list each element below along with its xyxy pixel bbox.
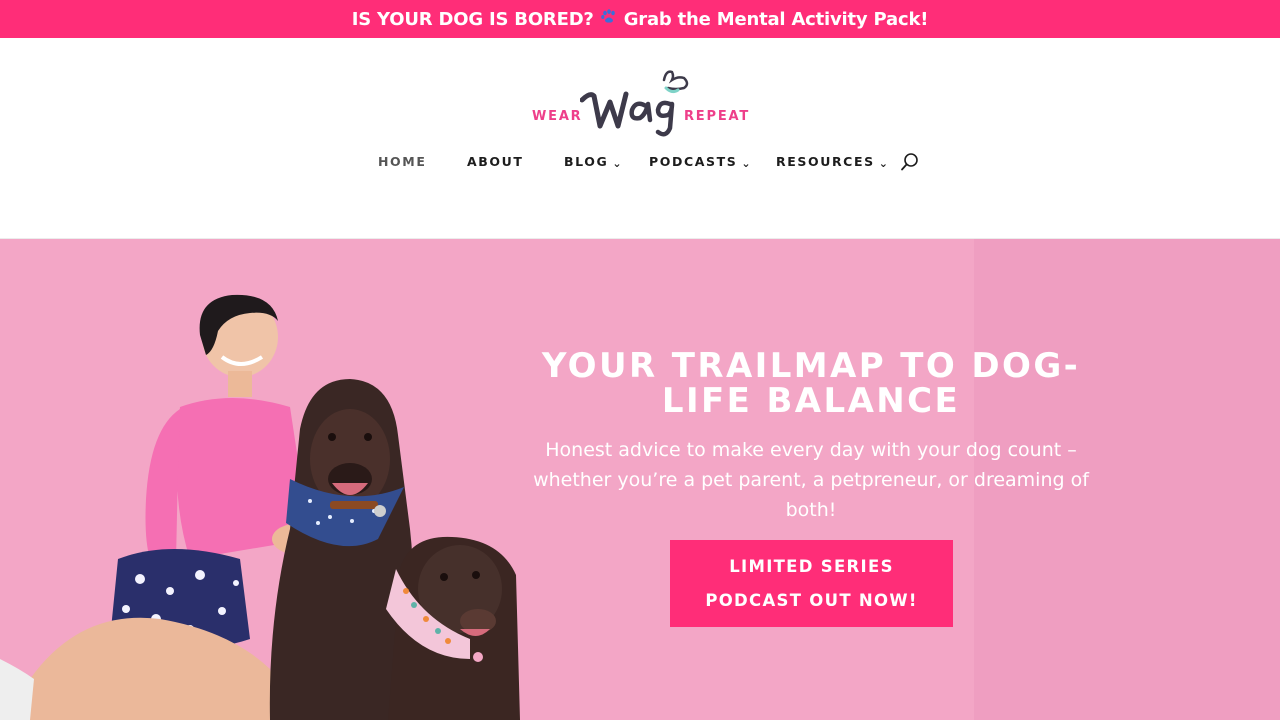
nav-item-resources[interactable]: RESOURCES ⌄ <box>776 154 890 170</box>
paw-prints-icon <box>600 9 618 29</box>
nav-item-home[interactable]: HOME <box>378 154 426 169</box>
promo-text-cta: Grab the Mental Activity Pack! <box>623 8 929 30</box>
nav-label-blog: BLOG <box>564 154 609 169</box>
promo-banner[interactable]: IS YOUR DOG IS BORED? Grab the Mental Ac… <box>0 0 1280 38</box>
nav-item-blog[interactable]: BLOG ⌄ <box>564 154 624 170</box>
chevron-down-icon: ⌄ <box>612 157 624 170</box>
promo-text-lead: IS YOUR DOG IS BORED? <box>351 8 594 30</box>
chevron-down-icon: ⌄ <box>741 157 753 170</box>
nav-label-home: HOME <box>378 154 427 169</box>
site-header: WEAR REPEAT HOME ABOUT BLOG ⌄ PODCASTS ⌄ R… <box>0 38 1280 239</box>
search-icon[interactable] <box>900 152 920 177</box>
nav-label-resources: RESOURCES <box>776 154 875 169</box>
nav-item-about[interactable]: ABOUT <box>467 154 524 169</box>
nav-item-podcasts[interactable]: PODCASTS ⌄ <box>649 154 753 170</box>
hero-photo-woman-with-dogs <box>0 294 520 720</box>
hero-section: YOUR TRAILMAP TO DOG-LIFE BALANCE Honest… <box>0 239 1280 720</box>
logo-word-wear: WEAR <box>532 109 583 124</box>
podcast-cta-button[interactable]: LIMITED SERIES PODCAST OUT NOW! <box>670 540 953 627</box>
site-logo[interactable]: WEAR REPEAT <box>530 62 752 142</box>
hero-subtitle: Honest advice to make every day with you… <box>533 439 1089 521</box>
nav-label-podcasts: PODCASTS <box>649 154 738 169</box>
main-nav: HOME ABOUT BLOG ⌄ PODCASTS ⌄ RESOURCES ⌄ <box>0 152 1280 177</box>
nav-label-about: ABOUT <box>467 154 524 169</box>
hero-title: YOUR TRAILMAP TO DOG-LIFE BALANCE <box>541 346 1081 421</box>
chevron-down-icon: ⌄ <box>878 157 890 170</box>
logo-word-repeat: REPEAT <box>684 109 751 124</box>
logo-wag-script <box>580 70 689 137</box>
